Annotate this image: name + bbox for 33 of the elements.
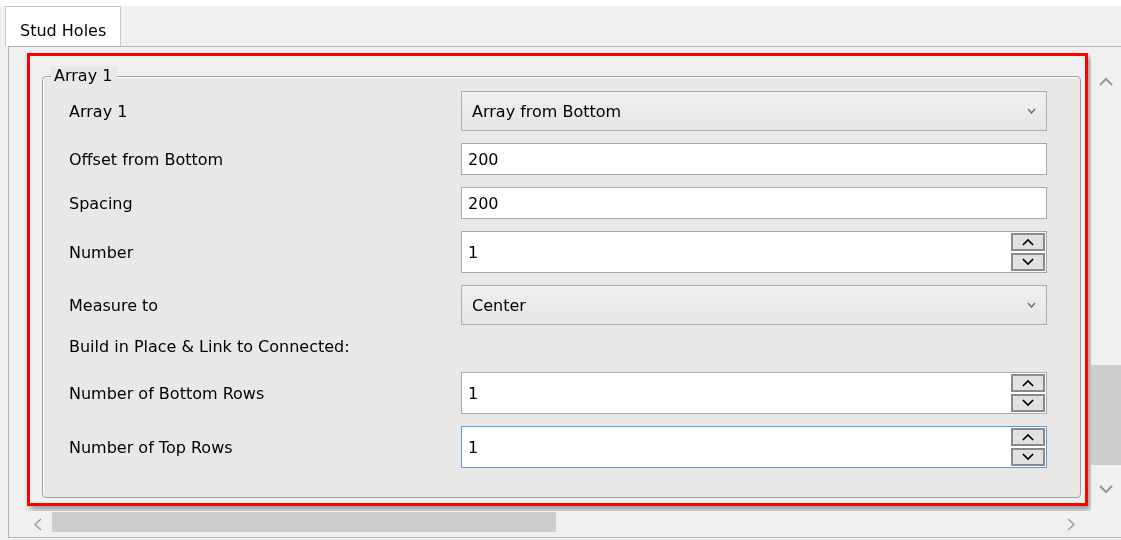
chevron-down-icon [1022,453,1034,461]
input-field[interactable]: 200 [461,143,1047,175]
number-spinner[interactable]: 1 [461,426,1047,468]
section-label: Build in Place & Link to Connected: [69,337,351,356]
field-label: Spacing [69,193,134,213]
field-label: Number [69,242,135,262]
chevron-down-icon [1027,108,1036,114]
chevron-down-icon [1022,399,1034,407]
chevron-down-icon [1022,258,1034,266]
decrement-button[interactable] [1011,394,1045,412]
tab[interactable]: Stud Holes [5,6,122,46]
field-label: Offset from Bottom [69,149,225,169]
scroll-thumb[interactable] [1091,365,1121,465]
dropdown[interactable]: Center [461,285,1047,325]
dropdown[interactable]: Array from Bottom [461,91,1047,131]
increment-button[interactable] [1011,374,1045,392]
chevron-up-icon [1022,238,1034,246]
decrement-button[interactable] [1011,253,1045,271]
input-field[interactable]: 200 [461,187,1047,219]
field-label: Number of Bottom Rows [69,383,266,403]
number-spinner[interactable]: 1 [461,231,1047,273]
decrement-button[interactable] [1011,448,1045,466]
scroll-thumb[interactable] [52,512,556,532]
increment-button[interactable] [1011,428,1045,446]
field-label: Number of Top Rows [69,437,234,457]
chevron-up-icon [1022,433,1034,441]
chevron-up-icon [1022,379,1034,387]
field-label: Array 1 [69,101,129,121]
increment-button[interactable] [1011,233,1045,251]
group-title: Array 1 [51,66,118,85]
chevron-down-icon [1027,302,1036,308]
number-spinner[interactable]: 1 [461,372,1047,414]
field-label: Measure to [69,295,160,315]
